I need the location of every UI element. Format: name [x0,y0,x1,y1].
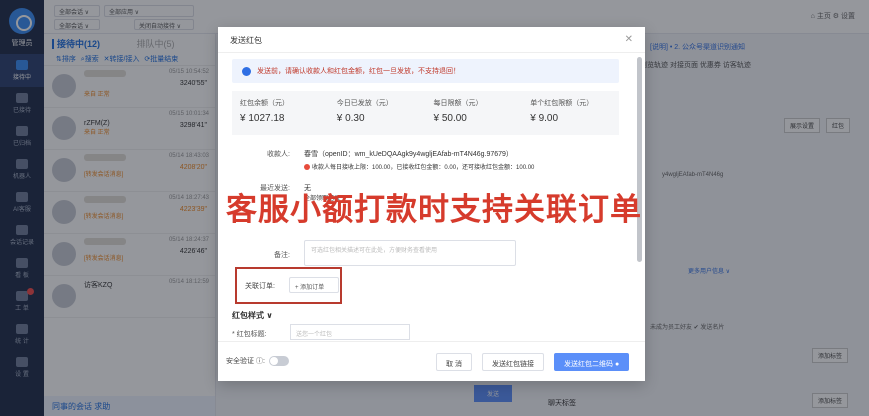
dialog-title: 发送红包 [230,36,262,45]
recipient-label: 收款人: [267,151,290,158]
close-icon[interactable]: ✕ [625,34,633,45]
security-verification: 安全验证 ⓘ: [226,356,289,367]
stat-value: ¥ 1027.18 [240,113,285,124]
send-qrcode-button[interactable]: 发送红包二维码 ● [554,353,630,371]
stat-value: ¥ 0.30 [336,113,365,124]
recipient-value: 春雪（openID：wm_kUeDQAAgk9y4wgljEAfab-mT4N4… [304,151,513,158]
send-link-button[interactable]: 发送红包链接 [482,353,544,371]
stat-label: 单个红包限额（元） [530,100,594,107]
stat-label: 每日限额（元） [433,100,483,107]
greeting-label: * 红包标题: [232,331,267,338]
stat-single-limit: 单个红包限额（元） ¥ 9.00 [522,91,619,135]
info-icon [242,66,251,76]
stat-label: 红包余额（元） [240,100,289,107]
stat-value: ¥ 9.00 [530,113,559,124]
stat-balance: 红包余额（元） ¥ 1027.18 [232,91,329,135]
recipient-limit-warning: 收款人每日接收上限：100.00，已接收红包金额：0.00，还可接收红包金额：1… [304,162,619,171]
remark-textarea[interactable]: 可选红包相关描述可在此处，方便财务查看使用 [304,240,516,266]
add-order-button[interactable]: + 添加订单 [289,277,339,293]
warning-icon [304,164,310,171]
remark-label: 备注: [274,252,290,259]
stat-value: ¥ 50.00 [433,113,467,124]
dialog-header: 发送红包 ✕ [218,27,645,53]
greeting-input[interactable]: 送您一个红包 [290,324,410,340]
warning-alert: 发送前，请确认收款人和红包金额，红包一旦发放，不支持退回！ [232,59,619,83]
stat-daily-limit: 每日限额（元） ¥ 50.00 [426,91,523,135]
recipient-warn-text: 收款人每日接收上限：100.00，已接收红包金额：0.00，还可接收红包金额：1… [312,165,535,171]
feature-caption: 客服小额打款时支持关联订单 [226,192,642,228]
recipient-row: 收款人: 春雪（openID：wm_kUeDQAAgk9y4wgljEAfab-… [232,149,619,171]
alert-text: 发送前，请确认收款人和红包金额，红包一旦发放，不支持退回！ [257,68,460,75]
linked-order-label: 关联订单: [245,283,275,290]
cancel-button[interactable]: 取 消 [436,353,472,371]
red-packet-style-section[interactable]: 红包样式 ∨ [232,310,273,321]
scrollbar[interactable] [637,57,642,262]
balance-stats: 红包余额（元） ¥ 1027.18 今日已发放（元） ¥ 0.30 每日限额（元） ¥… [232,91,619,135]
stat-sent-today: 今日已发放（元） ¥ 0.30 [329,91,426,135]
remark-row: 备注: 可选红包相关描述可在此处，方便财务查看使用 [232,240,619,266]
security-toggle[interactable] [268,356,289,367]
linked-order-highlight: 关联订单: + 添加订单 [235,267,342,304]
dialog-footer: 安全验证 ⓘ: 取 消 发送红包链接 发送红包二维码 ● [218,341,645,381]
stat-label: 今日已发放（元） [336,100,393,107]
security-label: 安全验证 ⓘ: [226,358,265,365]
greeting-row: * 红包标题: 送您一个红包 [232,324,410,340]
